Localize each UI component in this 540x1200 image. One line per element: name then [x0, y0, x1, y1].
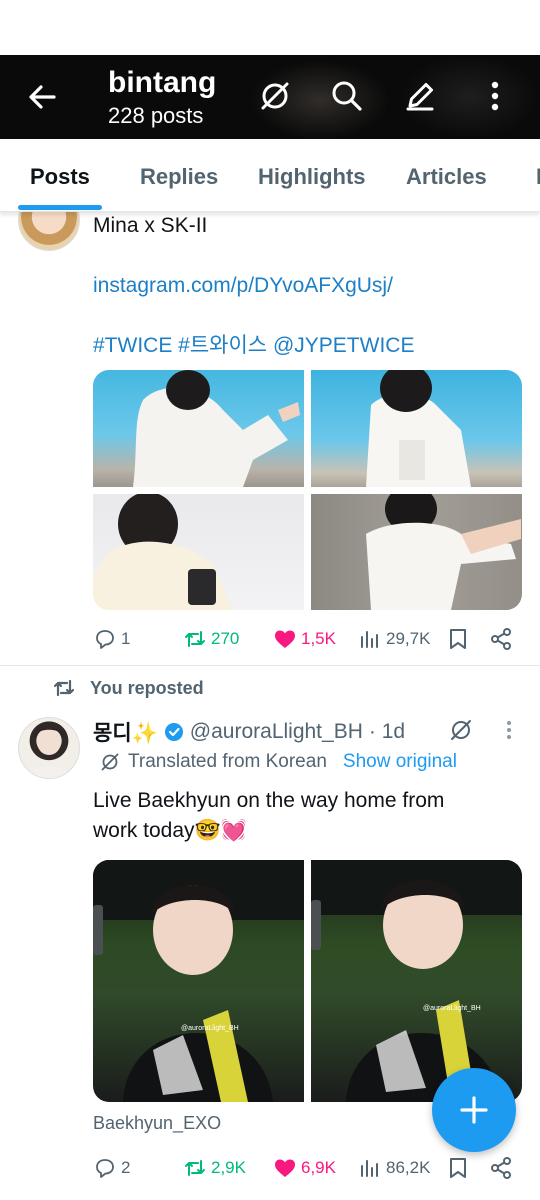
profile-tabs: Posts Replies Highlights Articles M [0, 139, 540, 212]
post-image[interactable] [93, 370, 304, 487]
post-image[interactable] [311, 370, 522, 487]
profile-name: bintang [108, 66, 217, 99]
post-image-grid [93, 370, 522, 610]
translate-icon [101, 753, 119, 771]
post-author-line[interactable]: 몽디✨ @auroraLlight_BH · 1d [93, 717, 405, 747]
post-divider [0, 665, 540, 666]
avatar[interactable] [18, 717, 80, 779]
tab-articles[interactable]: Articles [406, 164, 487, 190]
repost-button[interactable]: 2,9K [183, 1156, 246, 1180]
profile-title-block: bintang 228 posts [108, 66, 216, 130]
heart-filled-icon [275, 1159, 295, 1177]
reply-count: 2 [121, 1158, 131, 1177]
repost-label: You reposted [90, 677, 204, 698]
views-button[interactable]: 86,2K [358, 1156, 430, 1180]
post-image[interactable]: @auroraLlight_BH [93, 860, 304, 1102]
grok-icon[interactable] [258, 79, 292, 113]
active-tab-indicator [18, 205, 102, 210]
views-count: 29,7K [386, 629, 431, 648]
reply-button[interactable]: 2 [93, 1156, 130, 1180]
tab-posts[interactable]: Posts [30, 164, 90, 190]
tab-more[interactable]: M [536, 164, 540, 190]
tab-highlights[interactable]: Highlights [258, 164, 366, 190]
repost-count: 2,9K [211, 1158, 246, 1177]
status-bar-area [0, 0, 540, 55]
edit-icon[interactable] [403, 79, 437, 113]
image-watermark: @auroraLlight_BH [181, 1025, 239, 1032]
back-arrow-icon[interactable] [24, 79, 60, 115]
share-icon[interactable] [489, 1156, 513, 1180]
feed: Mina x SK-II instagram.com/p/DYvoAFXgUsj… [0, 211, 540, 1200]
repost-count: 270 [211, 629, 240, 648]
user-handle[interactable]: @auroraLlight_BH [190, 720, 363, 744]
post-image[interactable] [93, 494, 304, 610]
share-icon[interactable] [489, 627, 513, 651]
views-icon [361, 631, 378, 648]
like-count: 6,9K [301, 1158, 336, 1177]
profile-header-bar: bintang 228 posts [0, 55, 540, 139]
bookmark-icon[interactable] [447, 627, 469, 651]
heart-filled-icon [275, 630, 295, 648]
image-watermark: @auroraLlight_BH [423, 1005, 481, 1012]
bookmark-icon[interactable] [447, 1156, 469, 1180]
repost-button[interactable]: 270 [183, 627, 239, 651]
post-count: 228 posts [108, 103, 204, 128]
post-text: work today🤓💓 [93, 819, 247, 842]
post-time: · 1d [368, 720, 406, 743]
post-image-grid: @auroraLlight_BH @auroraLlight_BH [93, 860, 522, 1102]
more-options-icon[interactable] [502, 718, 516, 742]
reply-icon [96, 1159, 114, 1178]
display-name[interactable]: 몽디✨ [93, 717, 158, 747]
reply-button[interactable]: 1 [93, 627, 130, 651]
post-image[interactable]: @auroraLlight_BH [311, 860, 522, 1102]
views-count: 86,2K [386, 1158, 431, 1177]
like-button[interactable]: 6,9K [273, 1156, 336, 1180]
tab-replies[interactable]: Replies [140, 164, 218, 190]
post-text: Live Baekhyun on the way home from [93, 789, 445, 812]
more-options-icon[interactable] [478, 79, 512, 113]
like-count: 1,5K [301, 629, 336, 648]
translated-label: Translated from Korean [128, 751, 327, 772]
post-hashtags[interactable]: #TWICE #트와이스 @JYPETWICE [93, 331, 414, 361]
views-button[interactable]: 29,7K [358, 627, 430, 651]
avatar[interactable] [18, 211, 80, 251]
repost-icon [185, 1160, 205, 1176]
post-link[interactable]: instagram.com/p/DYvoAFXgUsj/ [93, 271, 393, 301]
show-original-link[interactable]: Show original [343, 751, 457, 773]
grok-icon[interactable] [449, 718, 473, 742]
verified-badge-icon [164, 723, 183, 741]
repost-icon [53, 679, 75, 697]
repost-indicator: You reposted [52, 677, 204, 699]
compose-post-button[interactable] [432, 1068, 516, 1152]
post-image[interactable] [311, 494, 522, 610]
like-button[interactable]: 1,5K [273, 627, 336, 651]
views-icon [361, 1160, 378, 1177]
search-icon[interactable] [330, 79, 364, 113]
translation-notice: Translated from Korean Show original [100, 751, 457, 773]
reply-count: 1 [121, 629, 131, 648]
plus-icon [460, 1096, 488, 1124]
post-caption: Baekhyun_EXO [93, 1113, 222, 1133]
post-text: Mina x SK-II [93, 214, 208, 237]
reply-icon [96, 630, 114, 649]
repost-icon [185, 631, 205, 647]
